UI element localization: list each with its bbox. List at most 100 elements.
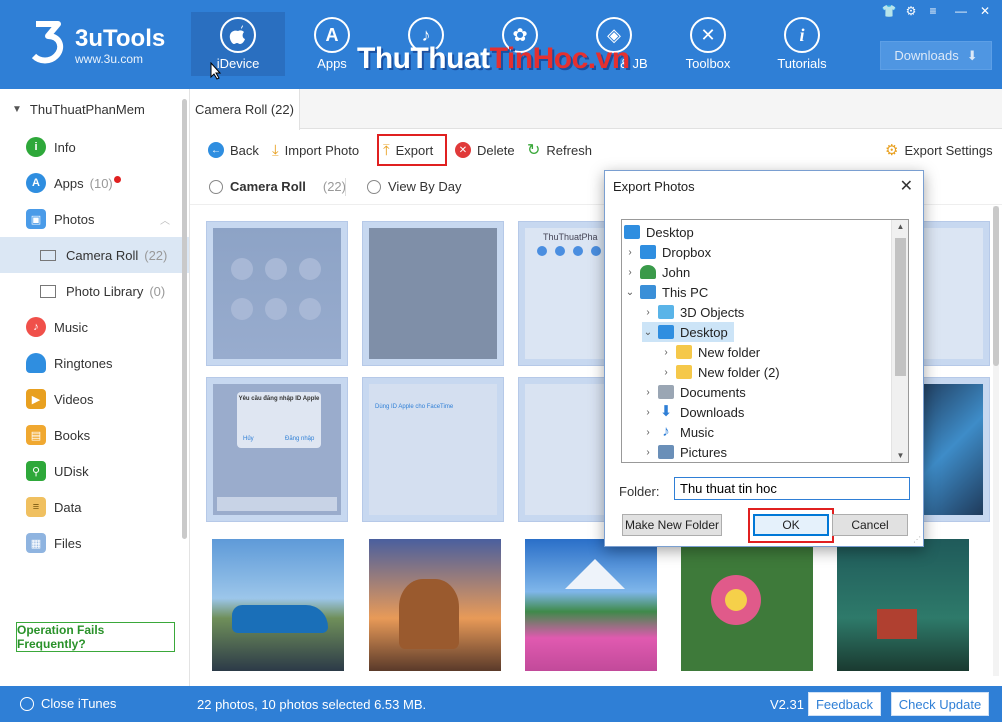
chevron-right-icon[interactable]: › xyxy=(642,427,654,438)
feedback-button[interactable]: Feedback xyxy=(808,692,881,716)
close-icon[interactable]: ✕ xyxy=(976,4,994,18)
sidebar-item-camera-roll[interactable]: Camera Roll (22) xyxy=(0,237,189,273)
sidebar-item-label: Photo Library xyxy=(66,283,144,299)
nav-tutorials[interactable]: i Tutorials xyxy=(755,12,849,76)
chevron-right-icon[interactable]: › xyxy=(642,387,654,398)
view-by-day-radio[interactable]: View By Day xyxy=(367,179,461,194)
make-new-folder-button[interactable]: Make New Folder xyxy=(622,514,722,536)
delete-button[interactable]: ✕ Delete xyxy=(455,138,515,162)
tree-scrollbar[interactable]: ▲ ▼ xyxy=(891,220,908,462)
app-store-icon: A xyxy=(26,173,46,193)
operation-fails-link[interactable]: Operation Fails Frequently? xyxy=(16,622,175,652)
sidebar-item-label: Music xyxy=(54,319,88,335)
export-button[interactable]: ⤒ Export xyxy=(383,138,433,162)
texture-preview xyxy=(369,228,497,359)
sidebar-item-apps[interactable]: A Apps (10) xyxy=(0,165,189,201)
sidebar-item-videos[interactable]: ▶ Videos xyxy=(0,381,189,417)
sidebar-item-ringtones[interactable]: Ringtones xyxy=(0,345,189,381)
chevron-right-icon[interactable]: › xyxy=(642,447,654,458)
chevron-down-icon[interactable]: ⌄ xyxy=(642,327,654,338)
device-selector[interactable]: ▼ ThuThuatPhanMem xyxy=(0,89,189,129)
gear-icon: ⚙ xyxy=(885,142,899,159)
import-photo-button[interactable]: ⤓ Import Photo xyxy=(272,138,359,162)
sidebar-item-photos[interactable]: ▣ Photos ︿ xyxy=(0,201,189,237)
check-update-button[interactable]: Check Update xyxy=(891,692,989,716)
sidebar-item-photo-library[interactable]: Photo Library (0) xyxy=(0,273,189,309)
nav-idevice[interactable]: iDevice xyxy=(191,12,285,76)
chevron-down-icon[interactable]: ⌄ xyxy=(624,287,636,298)
photo-thumbnail[interactable] xyxy=(206,221,348,366)
login-prompt-preview: Yêu cầu đăng nhập ID Apple Hủy Đăng nhập xyxy=(213,384,341,515)
folder-name-input[interactable] xyxy=(674,477,910,500)
chevron-right-icon[interactable]: › xyxy=(642,307,654,318)
skin-icon[interactable]: 👕 xyxy=(880,4,898,18)
folder-label: Folder: xyxy=(619,484,660,499)
sidebar-item-info[interactable]: i Info xyxy=(0,129,189,165)
export-settings-button[interactable]: ⚙ Export Settings xyxy=(885,138,993,162)
main-scrollbar[interactable] xyxy=(993,206,999,676)
chevron-right-icon[interactable]: › xyxy=(660,347,672,358)
sidebar-item-books[interactable]: ▤ Books xyxy=(0,417,189,453)
scroll-up-icon[interactable]: ▲ xyxy=(892,222,908,231)
flower-pattern-photo[interactable] xyxy=(681,539,813,671)
tree-item-label: Music xyxy=(680,424,714,440)
apple-icon xyxy=(220,17,256,53)
sidebar-item-music[interactable]: ♪ Music xyxy=(0,309,189,345)
delete-label: Delete xyxy=(477,142,515,158)
nav-label: Toolbox xyxy=(685,56,731,71)
tree-item-label: 3D Objects xyxy=(680,304,745,320)
cancel-button[interactable]: Cancel xyxy=(832,514,908,536)
tree-item-new-folder-2[interactable]: › New folder (2) xyxy=(660,362,779,382)
minimize-icon[interactable]: — xyxy=(952,4,970,18)
tree-item-label: Desktop xyxy=(646,224,694,240)
sidebar-item-data[interactable]: ≡ Data xyxy=(0,489,189,525)
tree-item-desktop-root[interactable]: Desktop xyxy=(624,222,694,242)
downloads-button[interactable]: Downloads ⬇ xyxy=(880,41,992,70)
tree-item-pictures[interactable]: › Pictures xyxy=(642,442,727,462)
chevron-right-icon[interactable]: › xyxy=(660,367,672,378)
scroll-down-icon[interactable]: ▼ xyxy=(892,451,908,460)
tab-camera-roll[interactable]: Camera Roll (22) xyxy=(190,89,300,130)
settings-icon[interactable]: ⚙ xyxy=(902,4,920,18)
cabin-photo[interactable] xyxy=(837,539,969,671)
chevron-right-icon[interactable]: › xyxy=(624,267,636,278)
tree-item-desktop[interactable]: ⌄ Desktop xyxy=(642,322,734,342)
back-arrow-icon: ← xyxy=(208,142,224,158)
tree-item-john[interactable]: › John xyxy=(624,262,690,282)
close-icon[interactable]: ✕ xyxy=(900,176,913,196)
sidebar-item-label: UDisk xyxy=(54,463,89,479)
rock-sunset-photo[interactable] xyxy=(369,539,501,671)
scrollbar-thumb[interactable] xyxy=(895,238,906,376)
export-icon: ⤒ xyxy=(383,141,390,159)
sidebar-item-udisk[interactable]: ⚲ UDisk xyxy=(0,453,189,489)
photo-thumbnail[interactable] xyxy=(362,221,504,366)
tree-item-this-pc[interactable]: ⌄ This PC xyxy=(624,282,708,302)
camera-roll-radio[interactable]: Camera Roll (22) xyxy=(209,179,346,194)
sidebar-scrollbar[interactable] xyxy=(182,99,187,539)
close-itunes-label: Close iTunes xyxy=(41,696,117,711)
tree-item-music[interactable]: › ♪ Music xyxy=(642,422,714,442)
refresh-button[interactable]: ↻ Refresh xyxy=(527,138,592,162)
photo-thumbnail[interactable]: Dùng ID Apple cho FaceTime xyxy=(362,377,504,522)
scrollbar-thumb[interactable] xyxy=(993,206,999,366)
tree-item-3d-objects[interactable]: › 3D Objects xyxy=(642,302,744,322)
chevron-right-icon[interactable]: › xyxy=(624,247,636,258)
mountain-flowers-photo[interactable] xyxy=(525,539,657,671)
tree-item-new-folder[interactable]: › New folder xyxy=(660,342,760,362)
close-itunes-button[interactable]: Close iTunes xyxy=(20,696,116,711)
sidebar-item-files[interactable]: ▦ Files xyxy=(0,525,189,561)
menu-icon[interactable]: ≡ xyxy=(924,4,942,18)
3utools-logo xyxy=(31,21,64,64)
music-icon: ♪ xyxy=(26,317,46,337)
car-photo[interactable] xyxy=(212,539,344,671)
tree-item-dropbox[interactable]: › Dropbox xyxy=(624,242,711,262)
back-button[interactable]: ← Back xyxy=(208,138,259,162)
tree-item-downloads[interactable]: › ⬇ Downloads xyxy=(642,402,744,422)
chevron-right-icon[interactable]: › xyxy=(642,407,654,418)
photo-thumbnail[interactable]: Yêu cầu đăng nhập ID Apple Hủy Đăng nhập xyxy=(206,377,348,522)
tree-item-documents[interactable]: › Documents xyxy=(642,382,745,402)
sidebar: ▼ ThuThuatPhanMem i Info A Apps (10) ▣ P… xyxy=(0,89,190,686)
resize-grip-icon[interactable]: ⋰ xyxy=(913,535,921,544)
nav-toolbox[interactable]: ✕ Toolbox xyxy=(661,12,755,76)
ok-button[interactable]: OK xyxy=(753,514,829,536)
